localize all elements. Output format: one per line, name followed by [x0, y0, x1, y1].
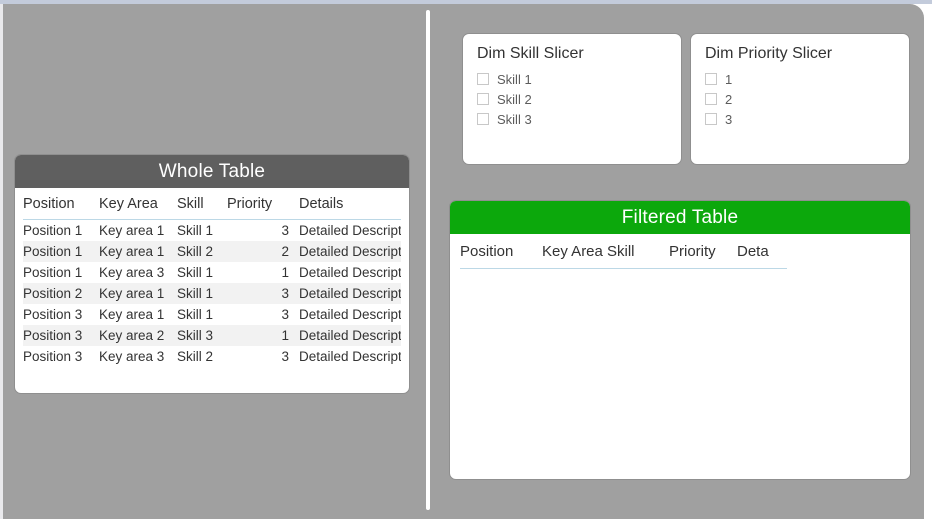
checkbox-unchecked-icon[interactable]	[705, 73, 717, 85]
cell-details: Detailed Description 2	[295, 241, 401, 262]
cell-skill: Skill 2	[177, 349, 214, 364]
filtered-table-col-skill[interactable]: Skill	[607, 234, 669, 269]
whole-table-grid-wrap: Position Key Area Skill Priority Details…	[15, 188, 409, 367]
cell-priority: 1	[227, 325, 295, 346]
right-edge-strip	[924, 4, 932, 519]
cell-key-area: Key area 1	[99, 283, 177, 304]
filtered-table-header-row: Position Key Area Skill Priority Deta	[460, 234, 900, 269]
cell-position: Position 1	[23, 241, 99, 262]
cell-key-area: Key area 1	[99, 307, 165, 322]
whole-table-col-skill[interactable]: Skill	[177, 188, 227, 220]
whole-table-head: Position Key Area Skill Priority Details	[23, 188, 401, 220]
cell-skill: Skill 1	[177, 223, 214, 238]
slicer-item-skill-3[interactable]: Skill 3	[477, 109, 667, 129]
cell-skill: Skill 1	[177, 265, 214, 280]
cell-details: Detailed Description 3	[295, 283, 401, 304]
checkbox-unchecked-icon[interactable]	[477, 113, 489, 125]
whole-table-grid: Position Key Area Skill Priority Details…	[23, 188, 401, 367]
whole-table-header-row: Position Key Area Skill Priority Details	[23, 188, 401, 220]
filtered-table-title-bar: Filtered Table	[450, 201, 910, 234]
whole-table-visual[interactable]: Whole Table Position Key Area Skill Prio…	[14, 154, 410, 394]
skill-slicer-inner: Dim Skill Slicer Skill 1 Skill 2 Skill 3	[463, 34, 681, 129]
skill-slicer-title: Dim Skill Slicer	[477, 45, 584, 62]
table-row[interactable]: Position 3 Key area 2 Skill 3 1 Detailed…	[23, 325, 401, 346]
report-canvas: Whole Table Position Key Area Skill Prio…	[0, 0, 932, 519]
table-row[interactable]: Position 1 Key area 3 Skill 1 1 Detailed…	[23, 262, 401, 283]
cell-priority: 1	[281, 265, 289, 280]
left-edge-strip	[0, 4, 3, 519]
whole-table-title-bar: Whole Table	[15, 155, 409, 188]
filtered-table-col-key-area[interactable]: Key Area	[542, 234, 607, 269]
cell-position: Position 3	[23, 325, 99, 346]
priority-slicer-title: Dim Priority Slicer	[705, 45, 833, 62]
dim-priority-slicer-visual[interactable]: Dim Priority Slicer 1 2 3	[690, 33, 910, 165]
filtered-table-grid-wrap: Position Key Area Skill Priority Deta	[450, 234, 910, 269]
slicer-item-priority-2[interactable]: 2	[705, 89, 895, 109]
slicer-item-label: 2	[725, 91, 733, 107]
cell-details: Detailed Description 5	[295, 325, 401, 346]
slicer-item-label: Skill 3	[497, 111, 532, 127]
table-row[interactable]: Position 2 Key area 1 Skill 1 3 Detailed…	[23, 283, 401, 304]
slicer-item-label: Skill 1	[497, 71, 532, 87]
cell-priority: 3	[281, 349, 289, 364]
table-row[interactable]: Position 3 Key area 3 Skill 2 3 Detailed…	[23, 346, 401, 367]
cell-details: Detailed Description 7	[299, 265, 401, 280]
cell-skill: Skill 3	[177, 325, 227, 346]
cell-priority: 3	[227, 283, 295, 304]
slicer-item-skill-2[interactable]: Skill 2	[477, 89, 667, 109]
cell-details: Detailed Description 1	[299, 223, 401, 238]
table-row[interactable]: Position 3 Key area 1 Skill 1 3 Detailed…	[23, 304, 401, 325]
cell-details: Detailed Description 4	[299, 307, 401, 322]
cell-position: Position 2	[23, 283, 99, 304]
filtered-table-visual[interactable]: Filtered Table Position Key Area Skill P…	[449, 200, 911, 480]
filtered-table-grid: Position Key Area Skill Priority Deta	[460, 234, 900, 269]
cell-skill: Skill 1	[177, 307, 214, 322]
cell-skill: Skill 1	[177, 283, 227, 304]
filtered-table-col-spacer	[787, 234, 900, 269]
whole-table-col-priority[interactable]: Priority	[227, 188, 295, 220]
dim-skill-slicer-visual[interactable]: Dim Skill Slicer Skill 1 Skill 2 Skill 3	[462, 33, 682, 165]
vertical-divider-shape	[426, 10, 430, 510]
checkbox-unchecked-icon[interactable]	[705, 113, 717, 125]
cell-key-area: Key area 1	[99, 223, 165, 238]
cell-position: Position 1	[23, 223, 83, 238]
filtered-table-col-details[interactable]: Deta	[737, 234, 787, 269]
cell-key-area: Key area 2	[99, 325, 177, 346]
whole-table-col-details[interactable]: Details	[295, 188, 401, 220]
slicer-item-skill-1[interactable]: Skill 1	[477, 69, 667, 89]
priority-slicer-inner: Dim Priority Slicer 1 2 3	[691, 34, 909, 129]
table-row[interactable]: Position 1 Key area 1 Skill 1 3 Detailed…	[23, 220, 401, 242]
cell-position: Position 1	[23, 265, 83, 280]
cell-priority: 3	[281, 223, 289, 238]
cell-key-area: Key area 1	[99, 241, 177, 262]
filtered-table-title: Filtered Table	[621, 206, 739, 228]
cell-key-area: Key area 3	[99, 349, 165, 364]
cell-position: Position 3	[23, 349, 83, 364]
checkbox-unchecked-icon[interactable]	[705, 93, 717, 105]
whole-table-col-position[interactable]: Position	[23, 188, 99, 220]
whole-table-title: Whole Table	[158, 160, 266, 182]
slicer-item-label: 1	[725, 71, 733, 87]
cell-skill: Skill 2	[177, 241, 227, 262]
cell-priority: 2	[227, 241, 295, 262]
table-row[interactable]: Position 1 Key area 1 Skill 2 2 Detailed…	[23, 241, 401, 262]
filtered-table-head: Position Key Area Skill Priority Deta	[460, 234, 900, 269]
cell-position: Position 3	[23, 307, 83, 322]
whole-table-col-key-area[interactable]: Key Area	[99, 188, 177, 220]
cell-key-area: Key area 3	[99, 265, 165, 280]
cell-priority: 3	[281, 307, 289, 322]
checkbox-unchecked-icon[interactable]	[477, 93, 489, 105]
filtered-table-col-priority[interactable]: Priority	[669, 234, 737, 269]
slicer-item-priority-1[interactable]: 1	[705, 69, 895, 89]
slicer-item-label: 3	[725, 111, 733, 127]
filtered-table-col-position[interactable]: Position	[460, 234, 542, 269]
whole-table-body: Position 1 Key area 1 Skill 1 3 Detailed…	[23, 220, 401, 368]
checkbox-unchecked-icon[interactable]	[477, 73, 489, 85]
slicer-item-label: Skill 2	[497, 91, 532, 107]
slicer-item-priority-3[interactable]: 3	[705, 109, 895, 129]
cell-details: Detailed Description 6	[299, 349, 401, 364]
